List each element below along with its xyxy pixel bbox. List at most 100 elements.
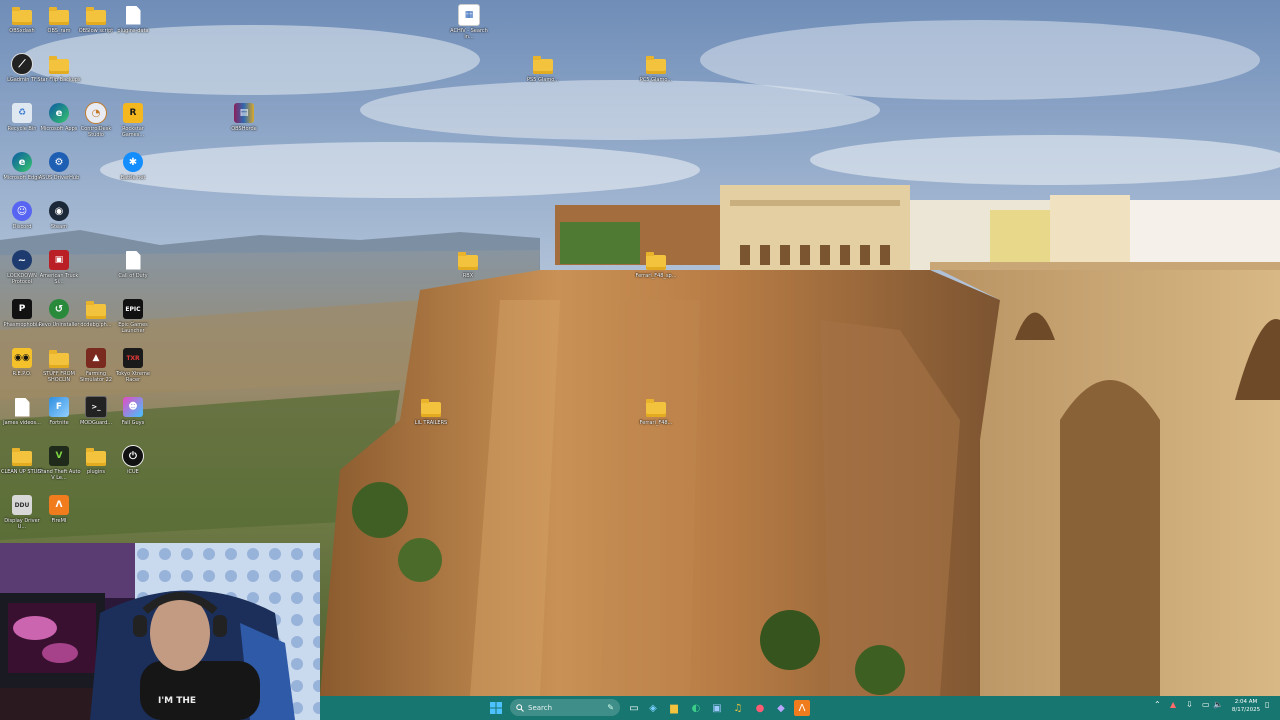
firemi-icon: Λ xyxy=(49,495,69,515)
search-label: Search xyxy=(528,703,553,712)
music-icon: ♫ xyxy=(733,702,743,714)
folder-icon xyxy=(646,398,666,417)
winrar-icon: ▤ xyxy=(234,103,254,123)
folder-icon xyxy=(49,6,69,25)
desktop-icon-label: RBX xyxy=(462,273,474,279)
desktop-icon-star-flip-backups[interactable]: Star Flip Backups xyxy=(37,54,81,100)
desktop-icon-asus-driverhub[interactable]: ⚙ ASUS DriverHub xyxy=(37,152,81,198)
desktop-icon-label: PC5 Glamo... xyxy=(639,77,673,83)
discord-icon: ☺ xyxy=(12,201,32,221)
desktop-icon-fall-guys[interactable]: ☻ Fall Guys xyxy=(111,397,155,443)
recycle-bin-icon: ♻ xyxy=(12,103,32,123)
desktop-icon-label: Tokyo Xtreme Racer xyxy=(116,371,150,383)
taskbar-firemi[interactable]: Λ xyxy=(794,700,810,716)
tray-app-icon[interactable]: ▲ xyxy=(1170,700,1176,709)
rockstar-icon: R xyxy=(123,103,143,123)
svg-text:I'M THE: I'M THE xyxy=(158,696,196,706)
desktop-icon-ferrari-f48-sp[interactable]: Ferrari_F48_sp... xyxy=(634,250,678,296)
folder-icon xyxy=(421,398,441,417)
desktop-icon-label: ACHIV - Search in... xyxy=(450,28,488,40)
clock-date: 8/17/2025 xyxy=(1231,707,1261,713)
desktop-icon-label: ASUS DriverHub xyxy=(38,175,80,181)
gauge-icon: ◔ xyxy=(85,102,107,124)
desktop-icon-label: Star Flip Backups xyxy=(37,77,81,83)
folder-icon xyxy=(86,300,106,319)
desktop-icon-label: LIL TRAILERS xyxy=(414,420,448,426)
desktop-icon-label: iCUE xyxy=(127,469,139,475)
tray-usb-icon[interactable]: ⇩ xyxy=(1186,700,1193,709)
desktop-icon-pc5-glamo[interactable]: PC5 Glamo... xyxy=(634,54,678,100)
taskbar-task-view[interactable]: ▭ xyxy=(626,700,642,716)
desktop-icon-american-truck[interactable]: ▣ American Truck Si... xyxy=(37,250,81,296)
taskbar-chat[interactable]: ◆ xyxy=(773,700,789,716)
folder-icon xyxy=(646,55,666,74)
desktop-icon-ferrari-f48[interactable]: Ferrari_F48... xyxy=(634,397,678,443)
tokyo-icon: TXR xyxy=(123,348,143,368)
document-icon: ▦ xyxy=(458,4,480,26)
folder-icon xyxy=(86,6,106,25)
taskbar-music[interactable]: ♫ xyxy=(730,700,746,716)
start-button[interactable] xyxy=(488,700,504,716)
desktop-icon-label: American Truck Si... xyxy=(39,273,79,285)
taskbar: Search ✎ ▭ ◈ ▆ ◐ ▣ ♫ ● ◆ Λ ⌃ ▲ ⇩ ▭ 🔈 2:0… xyxy=(320,696,1280,720)
taskbar-file-explorer[interactable]: ▆ xyxy=(666,700,682,716)
desktop-icon-label: Fall Guys xyxy=(121,420,145,426)
folder-icon xyxy=(646,251,666,270)
icue-icon: ⏻ xyxy=(122,445,144,467)
desktop-icon-tokyo-xtreme[interactable]: TXR Tokyo Xtreme Racer xyxy=(111,348,155,394)
edge-icon: e xyxy=(12,152,32,172)
desktop-icon-achiv-search[interactable]: ▦ ACHIV - Search in... xyxy=(447,4,491,51)
edge-icon: e xyxy=(49,103,69,123)
desktop-icon-obshorde[interactable]: ▤ OBSHorde xyxy=(222,103,266,149)
network-icon[interactable]: ▭ xyxy=(1202,700,1210,709)
tray-overflow-chevron-icon[interactable]: ⌃ xyxy=(1154,700,1161,709)
webcam-overlay: I'M THE xyxy=(0,543,320,720)
folder-icon: ▆ xyxy=(670,702,678,714)
truck-icon: ▣ xyxy=(49,250,69,270)
gear-icon: ⚙ xyxy=(49,152,69,172)
desktop-icon-firemi[interactable]: Λ FireMI xyxy=(37,495,81,541)
desktop-icon-label: plugins-data xyxy=(117,28,149,34)
taskbar-copilot[interactable]: ◈ xyxy=(645,700,661,716)
taskbar-edge[interactable]: ◐ xyxy=(688,700,704,716)
folder-icon xyxy=(533,55,553,74)
desktop-icon-ps5-glamo[interactable]: PS5 Glamo... xyxy=(521,54,565,100)
taskbar-clock[interactable]: 2:04 AM 8/17/2025 xyxy=(1228,698,1264,714)
folder-icon xyxy=(49,55,69,74)
desktop-icon-label: Ferrari_F48_sp... xyxy=(635,273,677,279)
search-icon xyxy=(516,703,524,712)
taskbar-teams[interactable]: ● xyxy=(752,700,768,716)
desktop-icon-steam[interactable]: ◉ Steam xyxy=(37,201,81,247)
desktop-icon-lil-trailers[interactable]: LIL TRAILERS xyxy=(409,397,453,443)
epic-games-icon: EPIC xyxy=(123,299,143,319)
folder-icon xyxy=(458,251,478,270)
windows-icon xyxy=(490,702,502,714)
repo-icon: ◉◉ xyxy=(12,348,32,368)
desktop-icon-rbx[interactable]: RBX xyxy=(446,250,490,296)
desktop-icon-epic-games[interactable]: EPIC Epic Games Launcher xyxy=(111,299,155,345)
farming-icon: ▲ xyxy=(86,348,106,368)
folder-icon xyxy=(49,349,69,368)
desktop-icon-rockstar[interactable]: R Rockstar Games... xyxy=(111,103,155,149)
desktop-icon-plugins-data[interactable]: plugins-data xyxy=(111,5,155,51)
edge-icon: ◐ xyxy=(691,702,701,714)
steam-icon: ◉ xyxy=(49,201,69,221)
volume-icon[interactable]: 🔈 xyxy=(1213,700,1223,709)
folder-icon xyxy=(12,447,32,466)
desktop-icon-label: Rockstar Games... xyxy=(121,126,145,138)
desktop-icon-label: OBSHorde xyxy=(231,126,257,132)
taskbar-store[interactable]: ▣ xyxy=(709,700,725,716)
desktop-icon-label: Battle.net xyxy=(120,175,146,181)
file-icon xyxy=(125,250,141,270)
desktop-icon-battlenet[interactable]: ✱ Battle.net xyxy=(111,152,155,198)
gta-icon: V xyxy=(49,446,69,466)
desktop-icon-call-of-duty[interactable]: Call of Duty xyxy=(111,250,155,296)
desktop-icon-icue[interactable]: ⏻ iCUE xyxy=(111,445,155,492)
search-highlight-icon: ✎ xyxy=(607,703,614,712)
desktop-icon-label: Ferrari_F48... xyxy=(639,420,673,426)
terminal-icon: >_ xyxy=(85,396,107,418)
firemi-icon: Λ xyxy=(798,702,806,714)
desktop-icon-label: Steam xyxy=(50,224,68,230)
notification-icon[interactable]: ▯ xyxy=(1265,700,1269,709)
taskbar-search[interactable]: Search ✎ xyxy=(510,699,620,716)
